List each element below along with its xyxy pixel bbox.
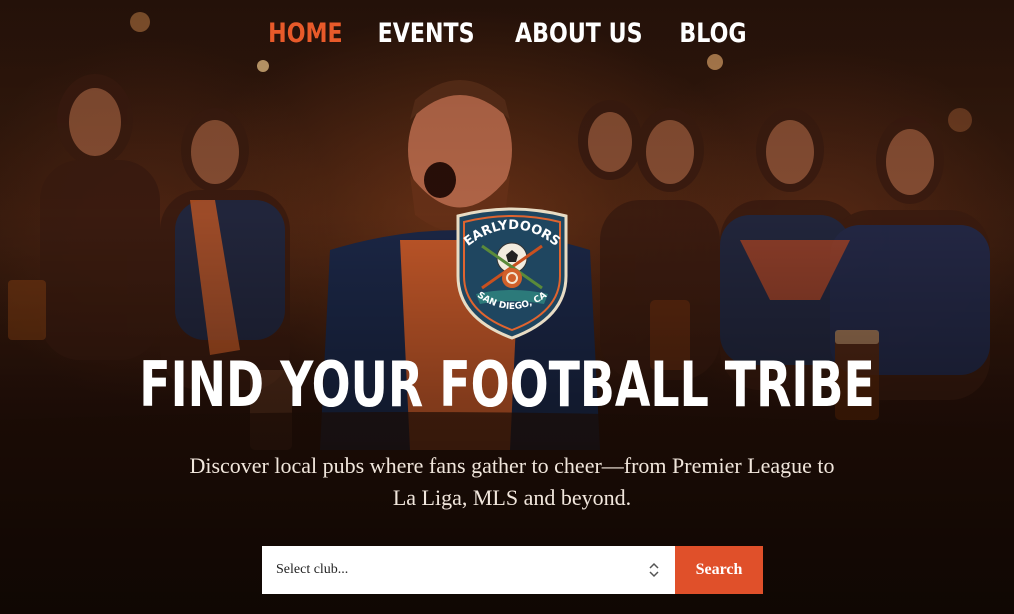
nav-item-about-us[interactable]: ABOUT US (515, 18, 643, 49)
main-navigation: HOME EVENTS ABOUT US BLOG (0, 18, 1014, 49)
search-button[interactable]: Search (675, 546, 763, 594)
hero-title: FIND YOUR FOOTBALL TRIBE (139, 348, 875, 421)
club-select[interactable]: Select club... (262, 546, 675, 594)
earlydoors-logo: EARLYDOORS SAN DIEGO, CA (456, 207, 568, 340)
club-search-bar: Select club... Search (262, 546, 763, 594)
chevron-up-down-icon (649, 562, 659, 578)
nav-item-blog[interactable]: BLOG (680, 18, 747, 49)
nav-item-home[interactable]: HOME (268, 18, 343, 49)
club-select-value: Select club... (276, 562, 349, 577)
nav-item-events[interactable]: EVENTS (377, 18, 474, 49)
hero-subtitle: Discover local pubs where fans gather to… (189, 453, 835, 510)
